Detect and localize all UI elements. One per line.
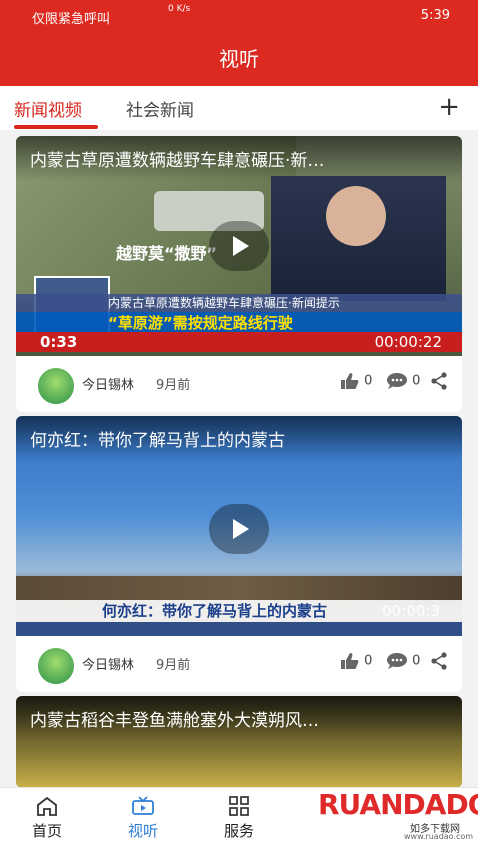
like-button[interactable]: 0 bbox=[340, 372, 372, 390]
comment-count: 0 bbox=[412, 653, 421, 669]
network-speed: 0 K/s bbox=[168, 4, 191, 14]
caption-text: 何亦红：带你了解马背上的内蒙古 bbox=[102, 602, 328, 620]
comment-icon bbox=[387, 653, 407, 669]
source-name[interactable]: 今日锡林 bbox=[82, 374, 134, 393]
watermark-logo: RUANDADO 如多下载网 www.ruadao.com bbox=[318, 786, 478, 846]
app-header: 视听 bbox=[0, 32, 478, 86]
video-title[interactable]: 内蒙古草原遭数辆越野车肆意碾压·新… bbox=[16, 136, 462, 181]
nav-home[interactable]: 首页 bbox=[12, 796, 82, 841]
video-current-time: 0:33 bbox=[40, 333, 78, 351]
caption-line-1: 内蒙古草原遭数辆越野车肆意碾压·新闻提示 bbox=[16, 294, 462, 312]
share-icon bbox=[431, 372, 447, 390]
nav-av-label: 视听 bbox=[127, 822, 158, 840]
source-name[interactable]: 今日锡林 bbox=[82, 654, 134, 673]
comment-button[interactable]: 0 bbox=[386, 652, 420, 670]
video-card[interactable]: 内蒙古稻谷丰登鱼满舱塞外大漠朔风… bbox=[16, 696, 462, 788]
ticker-bar: 0:33 00:00:22 bbox=[16, 332, 462, 352]
caption-line-2: “草原游”需按规定路线行驶 bbox=[16, 312, 462, 332]
video-thumbnail[interactable]: 内蒙古稻谷丰登鱼满舱塞外大漠朔风… bbox=[16, 696, 462, 788]
caption-line-1: 何亦红：带你了解马背上的内蒙古 00:00:3 bbox=[16, 600, 462, 622]
bottom-nav: 首页 视听 服务 RUANDADO 如多下载网 www.ruadao.com bbox=[0, 787, 478, 850]
watermark-brand: RUANDADO bbox=[318, 788, 478, 821]
avatar[interactable] bbox=[36, 646, 76, 686]
play-button[interactable] bbox=[209, 504, 269, 554]
video-card[interactable]: 何亦红：带你了解马背上的内蒙古 何亦红：带你了解马背上的内蒙古 00:00:3 … bbox=[16, 416, 462, 692]
comment-icon bbox=[387, 373, 407, 389]
publish-time: 9月前 bbox=[156, 658, 191, 673]
avatar[interactable] bbox=[36, 366, 76, 406]
like-count: 0 bbox=[364, 653, 373, 669]
thumb-up-icon bbox=[341, 373, 359, 389]
nav-av[interactable]: 视听 bbox=[108, 796, 178, 841]
share-button[interactable] bbox=[430, 372, 448, 390]
video-duration: 00:00:3 bbox=[382, 602, 440, 620]
status-bar: 仅限紧急呼叫 0 K/s 5:39 bbox=[0, 0, 478, 32]
share-button[interactable] bbox=[430, 652, 448, 670]
share-icon bbox=[431, 652, 447, 670]
play-button[interactable] bbox=[209, 221, 269, 271]
video-duration: 00:00:22 bbox=[374, 333, 442, 351]
watermark-url: www.ruadao.com bbox=[404, 832, 474, 841]
tv-icon bbox=[132, 796, 154, 815]
like-button[interactable]: 0 bbox=[340, 652, 372, 670]
anchor-image bbox=[271, 176, 446, 301]
video-title[interactable]: 何亦红：带你了解马背上的内蒙古 bbox=[16, 416, 462, 461]
tab-news-video[interactable]: 新闻视频 bbox=[14, 96, 82, 121]
comment-count: 0 bbox=[412, 373, 421, 389]
ticker-bar bbox=[16, 622, 462, 636]
comment-button[interactable]: 0 bbox=[386, 372, 420, 390]
grid-icon bbox=[229, 796, 249, 816]
tab-bar: 新闻视频 社会新闻 + bbox=[0, 86, 478, 130]
thumb-up-icon bbox=[341, 653, 359, 669]
clock: 5:39 bbox=[420, 8, 450, 23]
page-title: 视听 bbox=[219, 47, 259, 71]
status-left-text: 仅限紧急呼叫 bbox=[32, 12, 111, 27]
video-thumbnail[interactable]: 越野莫“撒野” 内蒙古草原遭数辆越野车肆意碾压·新… 内蒙古草原遭数辆越野车肆意… bbox=[16, 136, 462, 356]
video-title[interactable]: 内蒙古稻谷丰登鱼满舱塞外大漠朔风… bbox=[16, 696, 462, 741]
nav-home-label: 首页 bbox=[31, 822, 62, 840]
publish-time: 9月前 bbox=[156, 378, 191, 393]
video-thumbnail[interactable]: 何亦红：带你了解马背上的内蒙古 何亦红：带你了解马背上的内蒙古 00:00:3 bbox=[16, 416, 462, 636]
active-tab-indicator bbox=[14, 125, 98, 129]
nav-service[interactable]: 服务 bbox=[204, 796, 274, 841]
like-count: 0 bbox=[364, 373, 373, 389]
add-channel-icon[interactable]: + bbox=[438, 92, 460, 122]
card-meta: 今日锡林 9月前 0 0 bbox=[16, 636, 462, 692]
nav-service-label: 服务 bbox=[223, 822, 254, 840]
card-meta: 今日锡林 9月前 0 0 bbox=[16, 356, 462, 412]
video-card[interactable]: 越野莫“撒野” 内蒙古草原遭数辆越野车肆意碾压·新… 内蒙古草原遭数辆越野车肆意… bbox=[16, 136, 462, 412]
home-icon bbox=[37, 796, 57, 816]
overlay-headline: 越野莫“撒野” bbox=[116, 244, 218, 263]
tab-social-news[interactable]: 社会新闻 bbox=[126, 96, 194, 121]
